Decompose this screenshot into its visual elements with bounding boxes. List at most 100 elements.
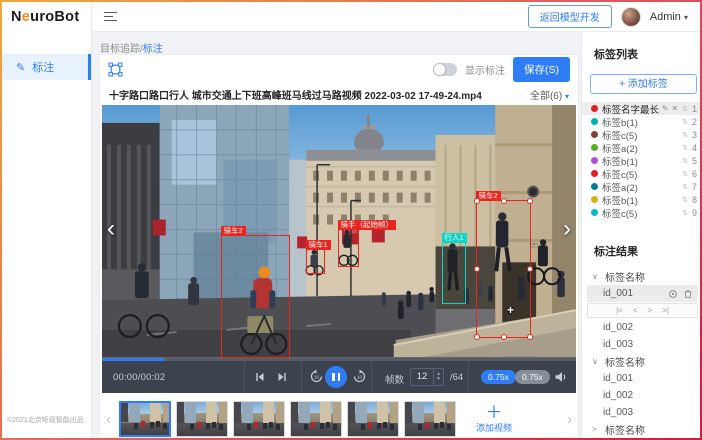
app-window: NeuroBot ✎ 标注 ©2021北京矩视智能出品 返回模型开发 Admin… (0, 0, 702, 440)
annotation-box[interactable]: 骑手（起始帧） (338, 229, 359, 267)
annotation-box[interactable]: 骑车1 (306, 249, 325, 274)
annotation-box[interactable]: 行人1 (442, 242, 466, 304)
add-tag-button[interactable]: + 添加标签 (590, 74, 697, 94)
tag-row[interactable]: 标签c(5) ⇅ 6 (582, 167, 702, 180)
annotation-label: 骑手（起始帧） (338, 220, 397, 230)
tag-color-dot (591, 170, 598, 177)
video-thumbnail[interactable] (176, 401, 228, 437)
shortcut-number: 1 (690, 104, 697, 114)
next-frame-icon[interactable]: > (648, 306, 653, 315)
tag-row[interactable]: 标签b(1) ⇅ 5 (582, 154, 702, 167)
tag-row[interactable]: 标签名字最长数... ✎ ✕ ⇅ 1 (582, 102, 702, 115)
annotation-label: 骑车1 (306, 240, 331, 250)
resize-handle[interactable] (527, 334, 533, 340)
video-thumbnail[interactable] (404, 401, 456, 437)
last-frame-icon[interactable]: >| (662, 306, 669, 315)
bbox-tool-icon[interactable] (108, 62, 123, 77)
video-next-arrow[interactable]: › (563, 217, 571, 241)
close-icon[interactable]: ✕ (671, 104, 678, 113)
resize-handle[interactable] (527, 198, 533, 204)
resize-handle[interactable] (474, 266, 480, 272)
resize-handle[interactable] (474, 334, 480, 340)
speed-pill-active[interactable]: 0.75x (481, 370, 516, 384)
tag-color-dot (591, 183, 598, 190)
shortcut-icon: ⇅ (682, 157, 688, 165)
spin-down-icon[interactable]: ▼ (436, 377, 441, 382)
rewind-10-button[interactable]: 10 (309, 369, 324, 384)
annotation-box-selected[interactable]: 骑车2 (476, 200, 531, 338)
tag-row[interactable]: 标签a(2) ⇅ 4 (582, 141, 702, 154)
result-item[interactable]: id_003 (582, 336, 702, 353)
forward-10-button[interactable]: 10 (352, 369, 367, 384)
tag-color-dot (591, 144, 598, 151)
tag-row[interactable]: 标签c(5) ⇅ 9 (582, 206, 702, 219)
player-controls: 00:00/00:02 10 10 帧数 12 (102, 361, 576, 393)
result-group[interactable]: ∨ 标签名称 (582, 268, 702, 285)
next-frame-button[interactable] (276, 371, 288, 383)
caret-right-icon[interactable]: > (592, 425, 600, 434)
pencil-icon: ✎ (16, 61, 25, 74)
show-annotation-toggle[interactable] (433, 63, 457, 76)
thumbs-prev-arrow[interactable]: ‹ (103, 411, 114, 428)
result-item[interactable]: id_003 (582, 404, 702, 421)
shortcut-icon: ⇅ (682, 144, 688, 152)
result-item-selected[interactable]: id_001 (587, 285, 698, 302)
annotation-label: 行人1 (442, 233, 467, 243)
show-annotation-label: 显示标注 (465, 62, 505, 77)
resize-handle[interactable] (501, 198, 507, 204)
tag-row[interactable]: 标签a(2) ⇅ 7 (582, 180, 702, 193)
prev-frame-button[interactable] (254, 371, 266, 383)
thumbnail-strip: ‹ ＋ 添加视频 › (100, 396, 578, 440)
save-button[interactable]: 保存(S) (513, 57, 570, 82)
user-menu[interactable]: Admin ▾ (650, 11, 688, 23)
tag-color-dot (591, 157, 598, 164)
annotation-box[interactable]: 骑车2 (221, 235, 290, 358)
avatar[interactable] (621, 7, 641, 27)
sidebar: NeuroBot ✎ 标注 ©2021北京矩视智能出品 (2, 2, 92, 438)
annotation-frame-nav: |< < > >| (587, 303, 698, 318)
sidebar-item-annotate[interactable]: ✎ 标注 (2, 54, 91, 80)
resize-handle[interactable] (474, 198, 480, 204)
volume-icon[interactable] (554, 371, 567, 383)
trash-icon[interactable] (683, 289, 693, 299)
time-display: 00:00/00:02 (113, 372, 165, 383)
pause-button[interactable] (325, 366, 347, 388)
speed-pill-inactive[interactable]: 0.75x (515, 370, 550, 384)
frame-count-label: 帧数 (385, 372, 404, 386)
add-video-button[interactable]: ＋ 添加视频 (465, 405, 523, 434)
video-thumbnail[interactable] (119, 401, 171, 437)
shortcut-icon: ⇅ (682, 118, 688, 126)
video-thumbnail[interactable] (290, 401, 342, 437)
video-thumbnail[interactable] (347, 401, 399, 437)
tag-row[interactable]: 标签b(1) ⇅ 8 (582, 193, 702, 206)
result-item[interactable]: id_002 (582, 387, 702, 404)
tag-row[interactable]: 标签b(1) ⇅ 2 (582, 115, 702, 128)
menu-collapse-icon[interactable] (104, 12, 117, 22)
caret-down-icon[interactable]: ∨ (592, 272, 600, 281)
shortcut-icon: ⇅ (682, 209, 688, 217)
edit-icon[interactable]: ✎ (662, 104, 669, 113)
track-icon[interactable] (668, 289, 678, 299)
frame-number-input[interactable]: 12 ▲▼ (410, 368, 444, 386)
result-group-collapsed[interactable]: > 标签名称 (582, 421, 702, 438)
prev-frame-icon[interactable]: < (633, 306, 638, 315)
video-thumbnail[interactable] (233, 401, 285, 437)
result-item[interactable]: id_001 (582, 370, 702, 387)
resize-handle[interactable] (501, 334, 507, 340)
video-canvas[interactable]: ‹ › 骑车2 骑车1 骑手（起始帧） 行人1 骑车2 (102, 105, 576, 358)
results-title: 标注结果 (594, 243, 702, 259)
video-prev-arrow[interactable]: ‹ (107, 217, 115, 241)
resize-handle[interactable] (527, 266, 533, 272)
results-tree: ∨ 标签名称 id_001 |< < > >| id_002 id_003 (582, 268, 702, 438)
thumbs-next-arrow[interactable]: › (564, 411, 575, 428)
frame-stepper[interactable]: ▲▼ (433, 369, 443, 385)
top-header: 返回模型开发 Admin ▾ (92, 2, 700, 32)
caret-down-icon[interactable]: ∨ (592, 357, 600, 366)
filter-dropdown[interactable]: 全部(6) ▾ (530, 87, 569, 102)
svg-text:10: 10 (314, 375, 320, 380)
first-frame-icon[interactable]: |< (616, 306, 623, 315)
result-item[interactable]: id_002 (582, 319, 702, 336)
tag-row[interactable]: 标签c(5) ⇅ 3 (582, 128, 702, 141)
back-to-model-dev-button[interactable]: 返回模型开发 (528, 5, 612, 28)
result-group[interactable]: ∨ 标签名称 (582, 353, 702, 370)
